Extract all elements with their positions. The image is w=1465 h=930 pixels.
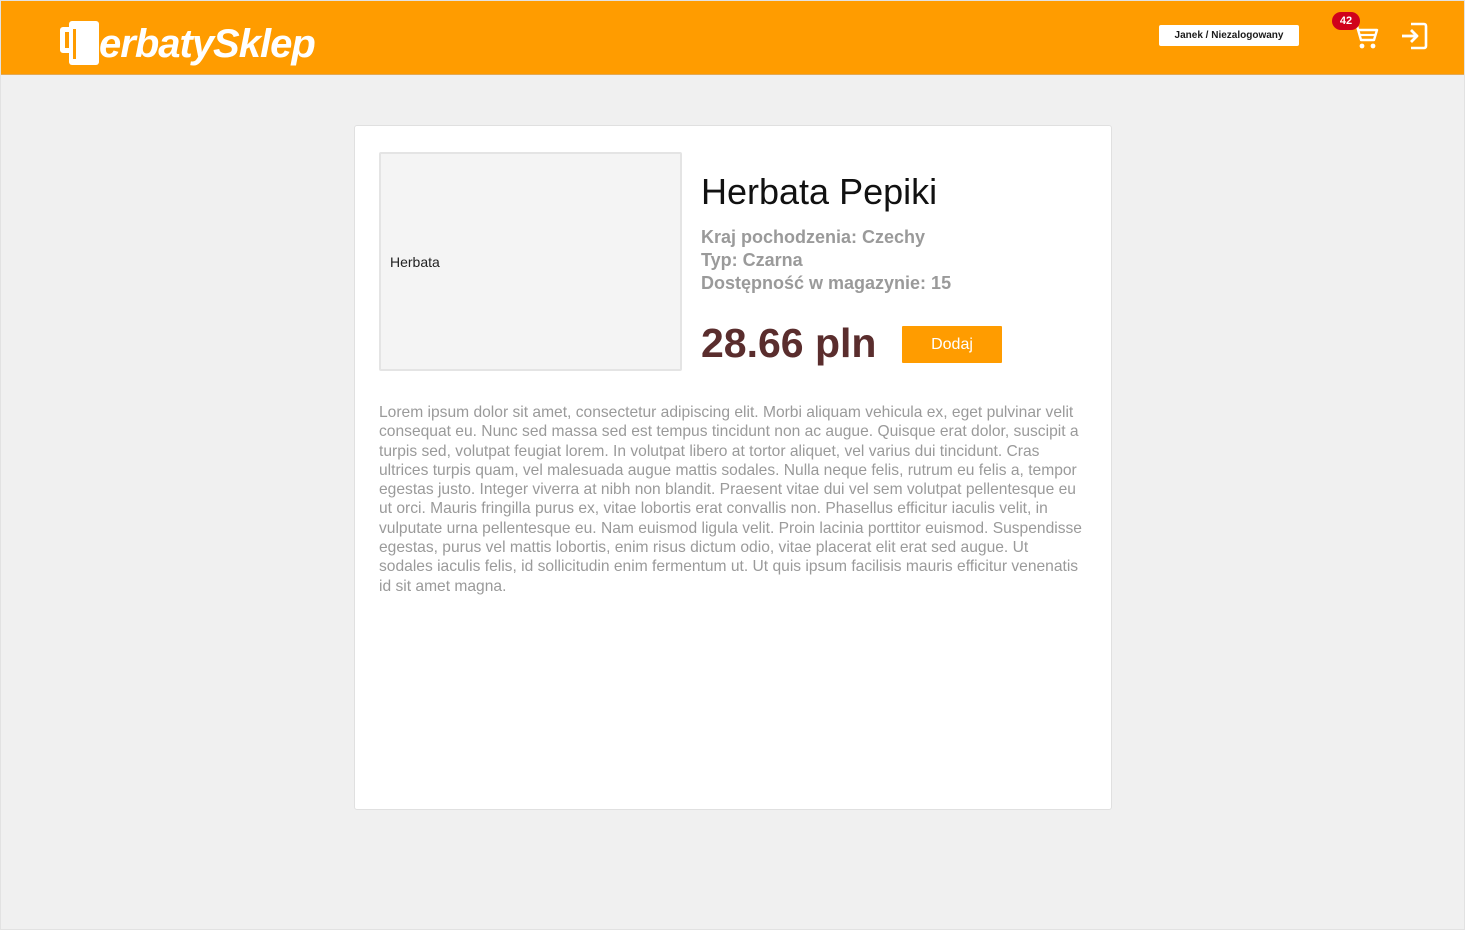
product-type: Typ: Czarna <box>701 250 803 270</box>
product-origin: Kraj pochodzenia: Czechy <box>701 227 926 247</box>
product-card: Herbata Herbata Pepiki Kraj pochodzenia:… <box>354 125 1112 810</box>
top-navigation-bar: erbatySklep Janek / Niezalogowany 42 <box>1 1 1464 75</box>
product-title: Herbata Pepiki <box>701 171 938 212</box>
login-icon <box>1402 22 1428 50</box>
product-price: 28.66 pln <box>701 320 877 366</box>
cart-count-badge: 42 <box>1332 12 1360 30</box>
product-image: Herbata <box>379 152 682 371</box>
product-availability: Dostępność w magazynie: 15 <box>701 273 952 293</box>
add-to-cart-button[interactable]: Dodaj <box>902 326 1002 363</box>
logo-text: erbatySklep <box>99 22 316 66</box>
page: erbatySklep Janek / Niezalogowany 42 Her… <box>0 0 1465 930</box>
product-image-alt-text: Herbata <box>390 254 440 270</box>
logo[interactable]: erbatySklep <box>59 13 316 67</box>
product-description: Lorem ipsum dolor sit amet, consectetur … <box>379 404 1082 595</box>
teacup-icon <box>60 21 99 65</box>
login-button[interactable] <box>1399 20 1429 52</box>
product-details: Kraj pochodzenia: Czechy Typ: Czarna Dos… <box>701 226 951 295</box>
user-status[interactable]: Janek / Niezalogowany <box>1159 25 1299 46</box>
